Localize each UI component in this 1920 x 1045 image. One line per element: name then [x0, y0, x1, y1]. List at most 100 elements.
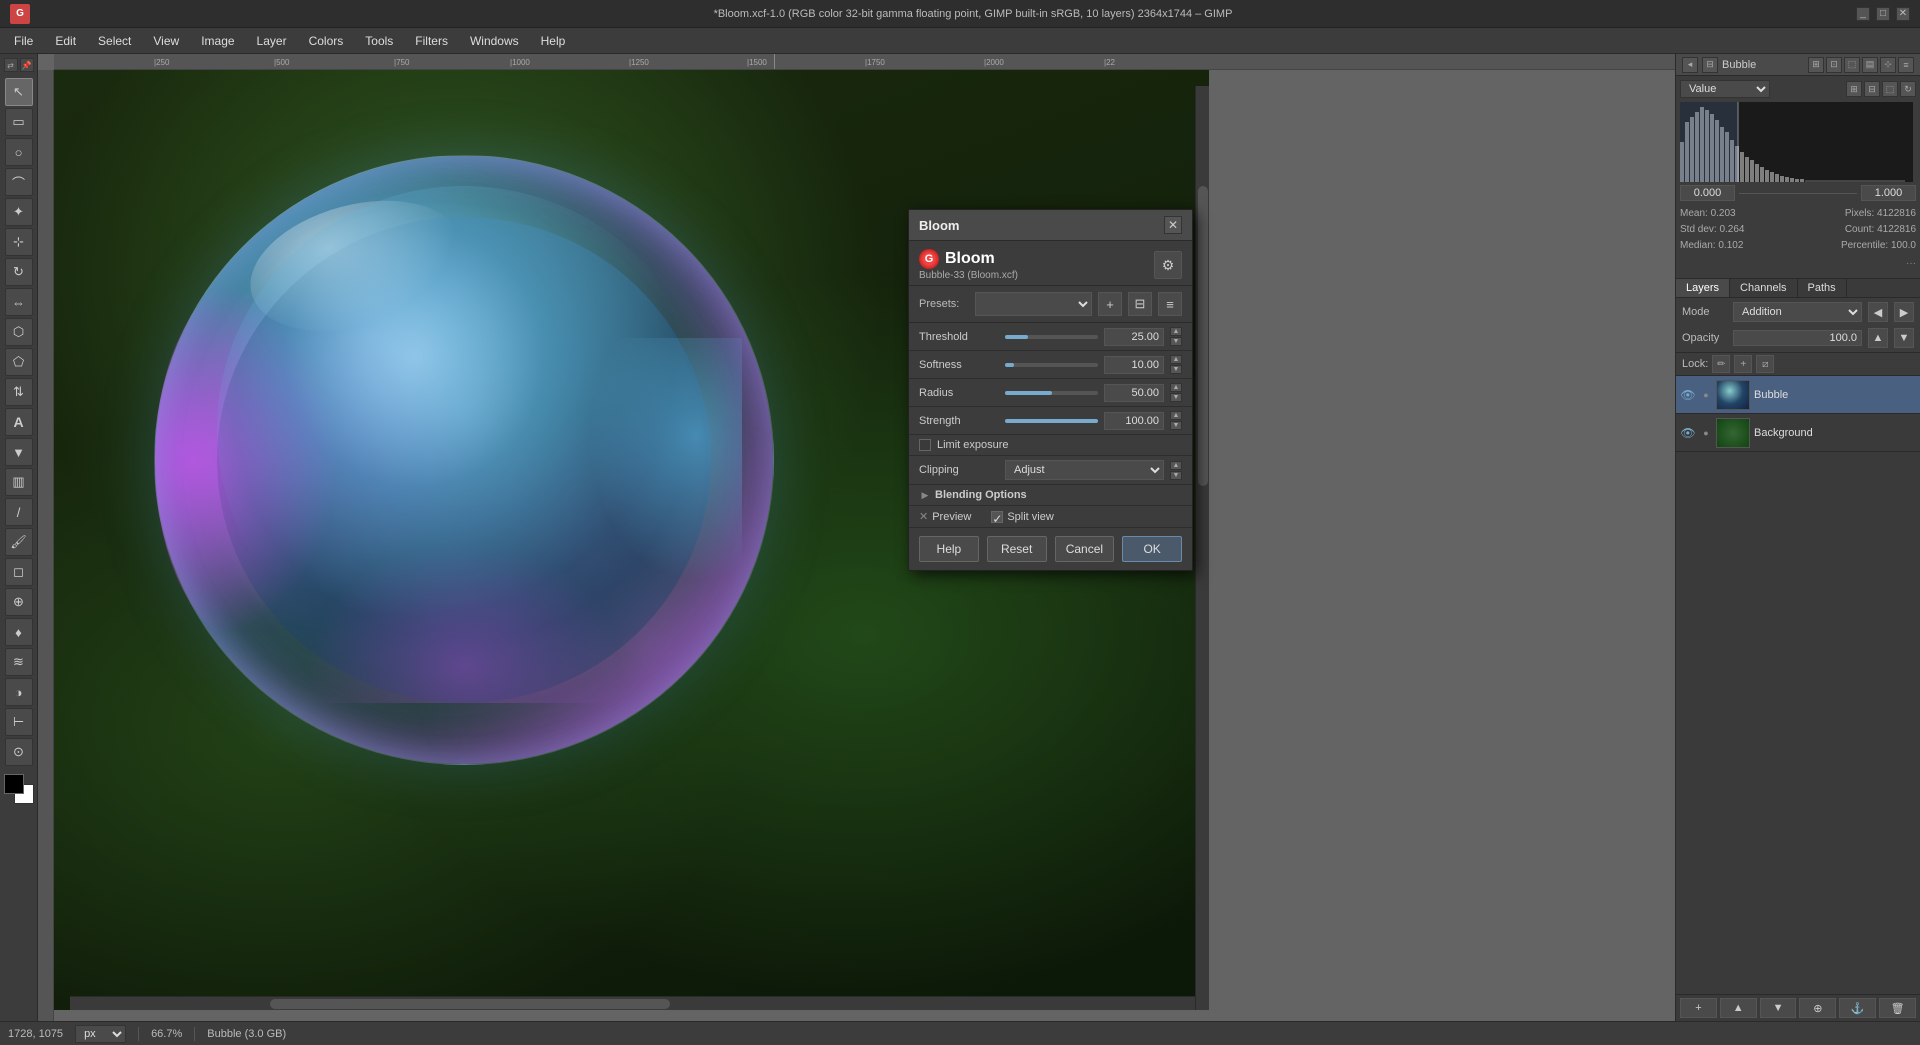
blending-options-row[interactable]: ▶ Blending Options: [909, 485, 1192, 506]
tool-icon-pin[interactable]: 📌: [20, 58, 34, 72]
strength-input[interactable]: [1104, 412, 1164, 430]
tool-pencil[interactable]: /: [5, 498, 33, 526]
clipping-decrement[interactable]: ▼: [1170, 471, 1182, 480]
layer-visibility-bg[interactable]: 👁: [1680, 425, 1696, 441]
tool-paint-bucket[interactable]: ▼: [5, 438, 33, 466]
threshold-slider[interactable]: [1005, 335, 1098, 339]
menu-image[interactable]: Image: [191, 32, 244, 50]
menu-windows[interactable]: Windows: [460, 32, 529, 50]
strength-decrement[interactable]: ▼: [1170, 421, 1182, 430]
mode-next-button[interactable]: ▶: [1894, 302, 1914, 322]
opacity-input[interactable]: [1733, 330, 1862, 346]
opacity-spin-down[interactable]: ▼: [1894, 328, 1914, 348]
layer-row-background[interactable]: 👁 ● Background: [1676, 414, 1920, 452]
tool-dodge-burn[interactable]: ◑: [5, 678, 33, 706]
panel-icon2[interactable]: ⊡: [1826, 57, 1842, 73]
presets-save-button[interactable]: ⊟: [1128, 292, 1152, 316]
help-button[interactable]: Help: [919, 536, 979, 562]
layer-visibility-bubble[interactable]: 👁: [1680, 387, 1696, 403]
tool-shear[interactable]: ⬡: [5, 318, 33, 346]
tool-icon-swap[interactable]: ⇄: [4, 58, 18, 72]
tool-rotate[interactable]: ↻: [5, 258, 33, 286]
ok-button[interactable]: OK: [1122, 536, 1182, 562]
hist-min-input[interactable]: [1680, 185, 1735, 201]
tool-eraser[interactable]: ◻: [5, 558, 33, 586]
maximize-button[interactable]: □: [1876, 7, 1890, 21]
hist-all-channels-btn[interactable]: ⬚: [1882, 81, 1898, 97]
menu-filters[interactable]: Filters: [405, 32, 458, 50]
softness-decrement[interactable]: ▼: [1170, 365, 1182, 374]
histogram-channel-select[interactable]: Value Red Green Blue: [1680, 80, 1770, 98]
delete-layer-button[interactable]: 🗑: [1879, 998, 1916, 1018]
tool-smudge[interactable]: ≋: [5, 648, 33, 676]
hist-refresh-btn[interactable]: ↻: [1900, 81, 1916, 97]
mode-select[interactable]: Addition Normal Multiply Screen Overlay: [1733, 302, 1862, 322]
menu-view[interactable]: View: [143, 32, 189, 50]
tool-text[interactable]: A: [5, 408, 33, 436]
strength-slider[interactable]: [1005, 419, 1098, 423]
limit-exposure-checkbox[interactable]: [919, 439, 931, 451]
tool-gradient[interactable]: ▥: [5, 468, 33, 496]
radius-decrement[interactable]: ▼: [1170, 393, 1182, 402]
tool-ellipse-select[interactable]: ○: [5, 138, 33, 166]
lower-layer-button[interactable]: ▼: [1760, 998, 1797, 1018]
bloom-dialog-titlebar[interactable]: Bloom ✕: [909, 210, 1192, 241]
menu-help[interactable]: Help: [531, 32, 576, 50]
menu-edit[interactable]: Edit: [45, 32, 86, 50]
panel-icon1[interactable]: ⊞: [1808, 57, 1824, 73]
tool-move[interactable]: ↖: [5, 78, 33, 106]
menu-select[interactable]: Select: [88, 32, 141, 50]
close-button[interactable]: ✕: [1896, 7, 1910, 21]
mode-prev-button[interactable]: ◀: [1868, 302, 1888, 322]
strength-increment[interactable]: ▲: [1170, 411, 1182, 420]
softness-input[interactable]: [1104, 356, 1164, 374]
panel-icon4[interactable]: ▤: [1862, 57, 1878, 73]
panel-icon3[interactable]: ⬚: [1844, 57, 1860, 73]
reset-button[interactable]: Reset: [987, 536, 1047, 562]
bloom-settings-button[interactable]: ⚙: [1154, 251, 1182, 279]
lock-paint-icon[interactable]: ✏: [1712, 355, 1730, 373]
presets-add-button[interactable]: +: [1098, 292, 1122, 316]
hist-log-btn[interactable]: ⊟: [1864, 81, 1880, 97]
bloom-dialog-close-button[interactable]: ✕: [1164, 216, 1182, 234]
foreground-color-swatch[interactable]: [4, 774, 24, 794]
menu-layer[interactable]: Layer: [247, 32, 297, 50]
tool-scale[interactable]: ⇔: [5, 288, 33, 316]
radius-input[interactable]: [1104, 384, 1164, 402]
lock-position-icon[interactable]: +: [1734, 355, 1752, 373]
new-layer-button[interactable]: +: [1680, 998, 1717, 1018]
duplicate-layer-button[interactable]: ⊕: [1799, 998, 1836, 1018]
threshold-input[interactable]: [1104, 328, 1164, 346]
tool-perspective[interactable]: ⬠: [5, 348, 33, 376]
tool-crop[interactable]: ⊹: [5, 228, 33, 256]
tool-zoom[interactable]: ⊙: [5, 738, 33, 766]
tool-fuzzy-select[interactable]: ✦: [5, 198, 33, 226]
raise-layer-button[interactable]: ▲: [1720, 998, 1757, 1018]
panel-collapse-button[interactable]: ◂: [1682, 57, 1698, 73]
tab-channels[interactable]: Channels: [1730, 279, 1797, 297]
presets-select[interactable]: [975, 292, 1092, 316]
hist-linear-btn[interactable]: ⊞: [1846, 81, 1862, 97]
vertical-scrollbar[interactable]: [1195, 86, 1209, 1010]
tool-clone[interactable]: ♦: [5, 618, 33, 646]
anchor-layer-button[interactable]: ⚓: [1839, 998, 1876, 1018]
tab-paths[interactable]: Paths: [1798, 279, 1847, 297]
menu-colors[interactable]: Colors: [299, 32, 354, 50]
radius-increment[interactable]: ▲: [1170, 383, 1182, 392]
threshold-increment[interactable]: ▲: [1170, 327, 1182, 336]
tool-flip[interactable]: ⇅: [5, 378, 33, 406]
tool-brush[interactable]: 🖌: [5, 528, 33, 556]
layer-row-bubble[interactable]: 👁 ● Bubble: [1676, 376, 1920, 414]
softness-slider[interactable]: [1005, 363, 1098, 367]
lock-alpha-icon[interactable]: ⧄: [1756, 355, 1774, 373]
softness-increment[interactable]: ▲: [1170, 355, 1182, 364]
horizontal-scrollbar[interactable]: [70, 996, 1209, 1010]
tool-rect-select[interactable]: ▭: [5, 108, 33, 136]
tool-free-select[interactable]: ⌒: [5, 168, 33, 196]
cancel-button[interactable]: Cancel: [1055, 536, 1115, 562]
presets-menu-button[interactable]: ≡: [1158, 292, 1182, 316]
panel-menu-button[interactable]: ≡: [1898, 57, 1914, 73]
status-unit-select[interactable]: px mm inch: [75, 1025, 126, 1043]
radius-slider[interactable]: [1005, 391, 1098, 395]
split-view-checkbox[interactable]: ✓: [991, 511, 1003, 523]
